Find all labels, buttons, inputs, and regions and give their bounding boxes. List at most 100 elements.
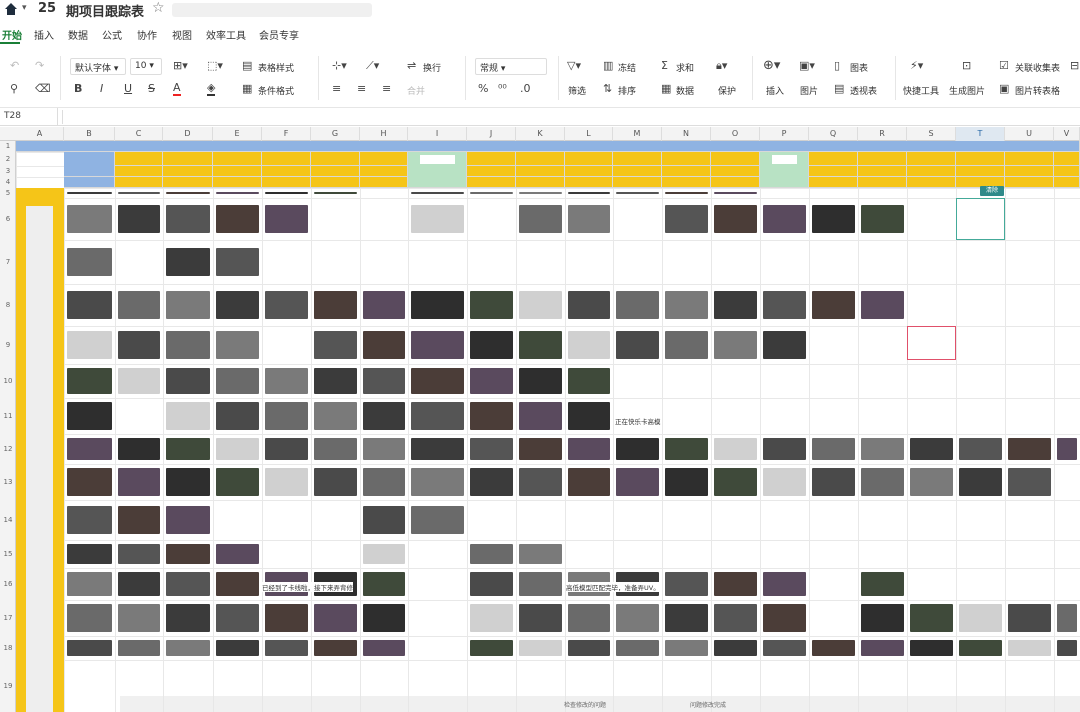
row-header-17[interactable]: 17 [0,600,16,636]
reference-image[interactable] [519,402,562,430]
reference-image[interactable] [67,468,112,496]
task-cell[interactable] [262,152,311,166]
reference-image[interactable] [118,604,160,632]
column-header-H[interactable]: H [360,127,408,141]
reference-image[interactable] [118,438,160,460]
reference-image[interactable] [67,368,112,394]
date-cell[interactable] [565,166,613,177]
reference-image[interactable] [568,192,610,194]
column-header-P[interactable]: P [760,127,809,141]
reference-image[interactable] [216,205,259,233]
pivot-button[interactable]: 透视表 [850,84,877,97]
menu-efficiency[interactable]: 效率工具 [206,27,246,42]
reference-image[interactable] [265,205,308,233]
reference-image[interactable] [665,438,708,460]
reference-image[interactable] [616,438,659,460]
lock-icon[interactable]: 🔒︎▾ [716,59,727,73]
filter-button[interactable]: 筛选 [568,84,586,97]
task-cell[interactable] [360,152,408,166]
reference-image[interactable] [812,468,855,496]
reference-image[interactable] [568,331,610,359]
reference-image[interactable] [166,640,210,656]
column-header-O[interactable]: O [711,127,760,141]
column-header-S[interactable]: S [907,127,956,141]
reference-image[interactable] [166,572,210,596]
reference-image[interactable] [519,291,562,319]
reference-image[interactable] [166,368,210,394]
reference-image[interactable] [411,402,464,430]
weekday-cell[interactable] [613,177,662,188]
reference-image[interactable] [714,291,757,319]
reference-image[interactable] [568,468,610,496]
weekday-cell[interactable] [907,177,956,188]
reference-image[interactable] [568,604,610,632]
date-cell[interactable] [809,166,858,177]
reference-image[interactable] [363,604,405,632]
reference-image[interactable] [470,640,513,656]
reference-image[interactable] [763,331,806,359]
row-header-10[interactable]: 10 [0,364,16,398]
reference-image[interactable] [714,438,757,460]
reference-image[interactable] [363,640,405,656]
merge-button[interactable]: 合并 [407,84,425,97]
percent-icon[interactable]: % [478,82,488,95]
reference-image[interactable] [665,205,708,233]
reference-image[interactable] [118,368,160,394]
fill-color-icon[interactable]: ◈ [207,81,216,96]
reference-image[interactable] [910,604,953,632]
quick-tools-button[interactable]: 快捷工具 [903,84,939,97]
reference-image[interactable] [519,438,562,460]
reference-image[interactable] [216,291,259,319]
reference-image[interactable] [363,468,405,496]
reference-image[interactable] [411,192,464,194]
row-header-2[interactable]: 2 [0,152,16,166]
reference-image[interactable] [118,506,160,534]
reference-image[interactable] [763,468,806,496]
reference-image[interactable] [265,604,308,632]
reference-image[interactable] [763,291,806,319]
reference-image[interactable] [763,640,806,656]
image-icon[interactable]: ▣▾ [799,59,815,72]
reference-image[interactable] [265,402,308,430]
weekday-cell[interactable] [711,177,760,188]
column-header-B[interactable]: B [64,127,115,141]
font-select[interactable]: 默认字体 ▾ [70,58,126,75]
date-cell[interactable] [262,166,311,177]
date-cell[interactable] [858,166,907,177]
header-row-1[interactable] [16,141,1080,152]
row-header-3[interactable]: 3 [0,166,16,177]
row-header-14[interactable]: 14 [0,500,16,540]
reference-image[interactable] [568,640,610,656]
row-header-7[interactable]: 7 [0,240,16,284]
weekday-cell[interactable] [163,177,213,188]
weekday-cell[interactable] [115,177,163,188]
reference-image[interactable] [67,291,112,319]
task-cell[interactable] [662,152,711,166]
reference-image[interactable] [411,468,464,496]
date-cell[interactable] [163,166,213,177]
sort-button[interactable]: 排序 [618,84,636,97]
reference-image[interactable] [314,368,357,394]
reference-image[interactable] [861,468,904,496]
reference-image[interactable] [861,572,904,596]
cond-format-button[interactable]: 条件格式 [258,84,294,97]
reference-image[interactable] [67,506,112,534]
row-header-15[interactable]: 15 [0,540,16,568]
link-table-button[interactable]: 关联收集表 [1015,61,1060,74]
reference-image[interactable] [470,192,513,194]
font-size-select[interactable]: 10 ▾ [130,58,162,75]
reference-image[interactable] [67,331,112,359]
reference-image[interactable] [812,291,855,319]
weekday-cell[interactable] [467,177,516,188]
task-cell[interactable] [956,152,1005,166]
menu-view[interactable]: 视图 [172,27,192,42]
column-header-J[interactable]: J [467,127,516,141]
reference-image[interactable] [665,331,708,359]
reference-image[interactable] [470,291,513,319]
reference-image[interactable] [1008,438,1051,460]
italic-icon[interactable]: I [100,82,103,95]
freeze-button[interactable]: 冻结 [618,61,636,74]
reference-image[interactable] [470,572,513,596]
reference-image[interactable] [166,291,210,319]
reference-image[interactable] [1008,640,1051,656]
